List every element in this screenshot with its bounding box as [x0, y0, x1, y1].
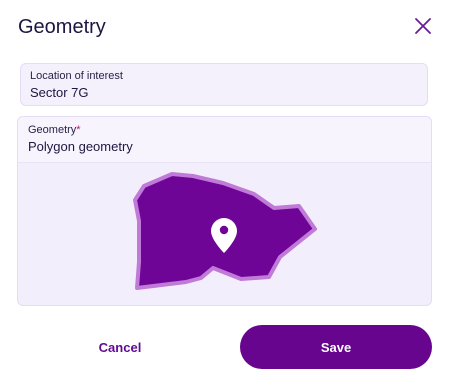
required-marker: *: [76, 124, 81, 136]
geometry-field-header: Geometry* Polygon geometry: [18, 117, 431, 163]
geometry-field-label: Geometry*: [28, 124, 81, 136]
geometry-field[interactable]: Geometry* Polygon geometry: [17, 116, 432, 306]
location-field-value[interactable]: Sector 7G: [30, 85, 89, 101]
geometry-map[interactable]: [18, 162, 432, 306]
location-field-label: Location of interest: [30, 70, 123, 82]
geometry-field-value: Polygon geometry: [28, 139, 133, 154]
cancel-button[interactable]: Cancel: [60, 326, 180, 368]
close-icon[interactable]: [411, 14, 435, 38]
save-button[interactable]: Save: [240, 325, 432, 369]
location-of-interest-field[interactable]: Location of interest Sector 7G: [20, 63, 428, 106]
dialog-title: Geometry: [18, 16, 106, 38]
